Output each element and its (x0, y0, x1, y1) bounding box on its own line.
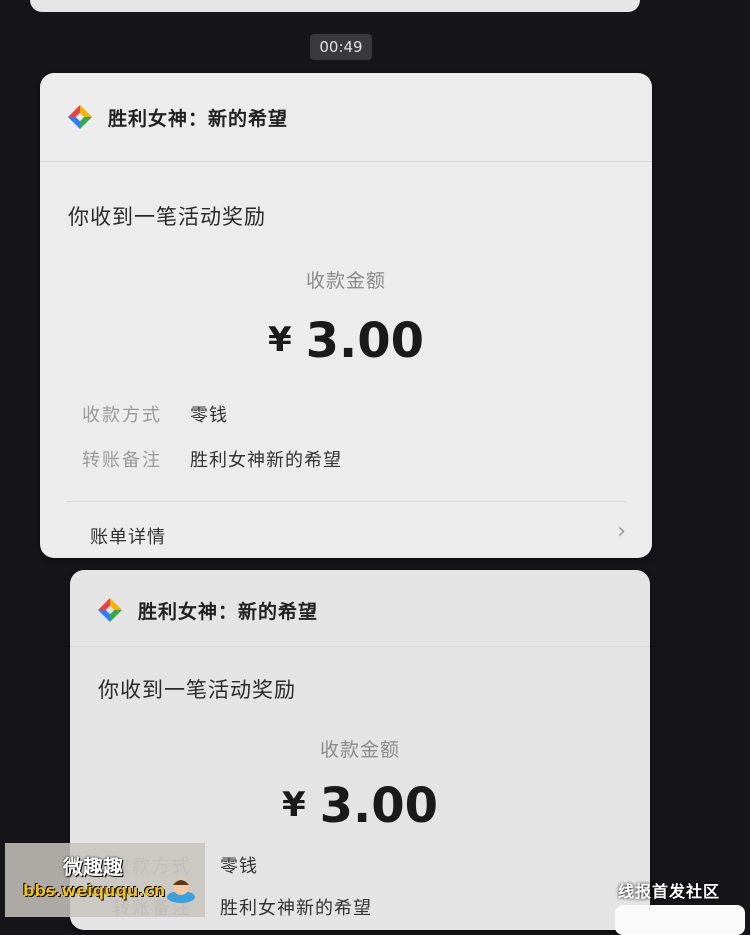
currency-symbol: ¥ (267, 320, 292, 360)
card-headline: 你收到一笔活动奖励 (68, 205, 266, 229)
chevron-right-icon[interactable]: › (617, 519, 626, 544)
transfer-note-value: 胜利女神新的希望 (190, 450, 342, 471)
amount-label: 收款金额 (319, 739, 400, 761)
amount-value: ¥3.00 (40, 313, 652, 369)
amount-number: 3.00 (319, 778, 439, 834)
card-header: 胜利女神：新的希望 (96, 596, 318, 624)
app-name: 胜利女神：新的希望 (108, 107, 289, 130)
timestamp-chip: 00:49 (310, 34, 372, 60)
transfer-note-row: 转账备注 胜利女神新的希望 (82, 446, 342, 472)
divider (70, 646, 650, 647)
payment-method-row: 收款方式 零钱 (82, 401, 228, 427)
amount-value: ¥3.00 (70, 778, 650, 834)
watermark-url: bbs.weiququ.cn (23, 881, 166, 900)
transfer-note-label: 转账备注 (82, 450, 162, 471)
divider (40, 161, 652, 162)
amount-label: 收款金额 (305, 270, 386, 292)
payment-method-label: 收款方式 (82, 405, 162, 426)
reward-card[interactable]: 胜利女神：新的希望 你收到一笔活动奖励 收款金额 ¥3.00 收款方式 零钱 转… (40, 73, 652, 558)
corner-badge (615, 905, 745, 935)
payment-method-value: 零钱 (190, 405, 228, 426)
currency-symbol: ¥ (281, 785, 306, 825)
app-logo-icon (68, 105, 92, 129)
card-header: 胜利女神：新的希望 (66, 103, 288, 131)
watermark-title: 微趣趣 (63, 855, 123, 879)
amount-number: 3.00 (305, 313, 425, 369)
site-watermark: 微趣趣 bbs.weiququ.cn (5, 843, 205, 917)
community-watermark-text: 线报首发社区 (618, 882, 721, 901)
payment-method-value: 零钱 (220, 856, 258, 877)
card-headline: 你收到一笔活动奖励 (98, 678, 296, 702)
app-logo-icon (98, 598, 122, 622)
app-name: 胜利女神：新的希望 (138, 600, 319, 623)
mascot-icon (167, 879, 195, 903)
transfer-note-value: 胜利女神新的希望 (220, 898, 372, 919)
bill-details-link[interactable]: 账单详情 (90, 523, 166, 549)
previous-card-edge (30, 0, 640, 12)
divider (66, 501, 626, 502)
